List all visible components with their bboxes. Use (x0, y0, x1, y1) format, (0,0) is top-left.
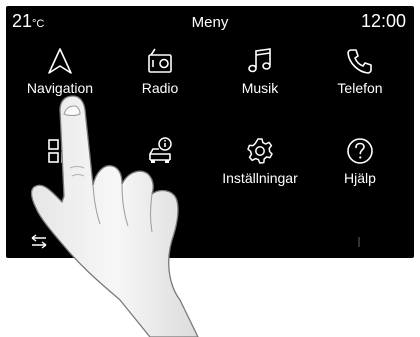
pointing-hand-illustration (30, 95, 199, 337)
